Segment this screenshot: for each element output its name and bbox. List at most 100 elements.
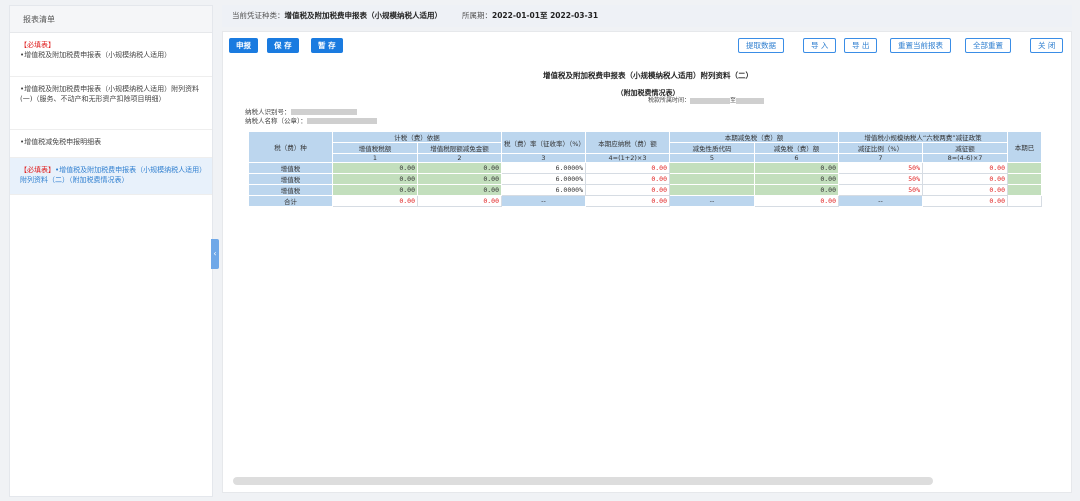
table-row: 增值税 0.00 0.00 6.0000% 0.00 0.00 50% 0.00	[248, 184, 1042, 196]
header-payable: 本期应纳税（费）额	[585, 131, 670, 154]
horizontal-scrollbar[interactable]	[233, 477, 933, 485]
paid-cell[interactable]	[1007, 173, 1042, 185]
col-index: 1	[332, 153, 418, 163]
declare-button[interactable]: 申报	[229, 38, 258, 53]
vat-credit-cell[interactable]: 0.00	[417, 173, 502, 185]
reduction-amount-cell[interactable]: 0.00	[754, 173, 839, 185]
payable-cell: 0.00	[585, 184, 670, 196]
redacted-value	[690, 97, 731, 104]
reduction-value-cell: 0.00	[922, 184, 1008, 196]
header-vat-amount: 增值税税额	[332, 142, 418, 154]
sidebar-item-label: •增值税及附加税费申报表（小规模纳税人适用）	[20, 51, 172, 59]
reduction-value-cell: 0.00	[922, 173, 1008, 185]
required-tag: 【必填表】	[20, 41, 55, 49]
sidebar-item-label: •增值税减免税申报明细表	[20, 138, 102, 146]
required-tag: 【必填表】	[20, 166, 55, 174]
vat-amount-cell[interactable]: 0.00	[332, 184, 418, 196]
rate-cell: 6.0000%	[501, 184, 586, 196]
payable-cell: 0.00	[585, 173, 670, 185]
sidebar-collapse-button[interactable]: ‹	[211, 239, 219, 269]
tax-period-label: 税款所属时间：	[648, 97, 691, 104]
report-title: 增值税及附加税费申报表（小规模纳税人适用）附列资料（二）	[543, 71, 753, 80]
total-reduction-value: 0.00	[922, 195, 1008, 207]
sidebar-item-attachment-2[interactable]: 【必填表】•增值税及附加税费申报表（小规模纳税人适用）附列资料（二）（附加税费情…	[10, 158, 212, 195]
col-index: 6	[754, 153, 839, 163]
col-index: 8=(4-6)×7	[922, 153, 1008, 163]
paid-cell[interactable]	[1007, 162, 1042, 174]
total-paid	[1007, 195, 1042, 207]
vat-amount-cell[interactable]: 0.00	[332, 173, 418, 185]
import-button[interactable]: 导 入	[803, 38, 837, 53]
export-button[interactable]: 导 出	[844, 38, 878, 53]
close-button[interactable]: 关 闭	[1030, 38, 1064, 53]
sidebar-title: 报表清单	[10, 6, 212, 33]
header-tax-type: 税（费）种	[248, 131, 333, 163]
payable-cell: 0.00	[585, 162, 670, 174]
reduction-code-cell[interactable]	[669, 162, 755, 174]
rate-cell: 6.0000%	[501, 173, 586, 185]
header-reduction-group: 本期减免税（费）额	[669, 131, 839, 143]
table-total-row: 合计 0.00 0.00 -- 0.00 -- 0.00 -- 0.00	[248, 195, 1042, 207]
vat-credit-cell[interactable]: 0.00	[417, 162, 502, 174]
total-payable: 0.00	[585, 195, 670, 207]
table-row: 增值税 0.00 0.00 6.0000% 0.00 0.00 50% 0.00	[248, 173, 1042, 185]
total-vat-credit: 0.00	[417, 195, 502, 207]
vat-amount-cell[interactable]: 0.00	[332, 162, 418, 174]
sidebar-item-main-report[interactable]: 【必填表】 •增值税及附加税费申报表（小规模纳税人适用）	[10, 33, 212, 77]
reset-all-button[interactable]: 全部重置	[965, 38, 1011, 53]
reduction-value-cell: 0.00	[922, 162, 1008, 174]
total-reduction-code: --	[669, 195, 755, 207]
report-list-sidebar: 报表清单 【必填表】 •增值税及附加税费申报表（小规模纳税人适用） •增值税及附加…	[9, 5, 213, 497]
period-value: 2022-01-01至 2022-03-31	[492, 11, 599, 20]
header-reduction-ratio: 减征比例（%）	[838, 142, 923, 154]
sidebar-item-label: •增值税及附加税费申报表（小规模纳税人适用）附列资料(一)（服务、不动产和无形资…	[20, 85, 200, 103]
sidebar-item-attachment-1[interactable]: •增值税及附加税费申报表（小规模纳税人适用）附列资料(一)（服务、不动产和无形资…	[10, 77, 212, 130]
sidebar-item-reduction-detail[interactable]: •增值税减免税申报明细表	[10, 130, 212, 158]
reduction-code-cell[interactable]	[669, 173, 755, 185]
redacted-value	[306, 118, 377, 124]
header-reduction-amount: 减免税（费）额	[754, 142, 839, 154]
header-vat-credit: 增值税限额减免金额	[417, 142, 502, 154]
col-index: 7	[838, 153, 923, 163]
rate-cell: 6.0000%	[501, 162, 586, 174]
col-index: 5	[669, 153, 755, 163]
fetch-data-button[interactable]: 提取数据	[738, 38, 784, 53]
total-reduction-amount: 0.00	[754, 195, 839, 207]
voucher-label: 当前凭证种类：	[232, 11, 285, 20]
col-index: 2	[417, 153, 502, 163]
header-basis-group: 计税（费）依据	[332, 131, 502, 143]
reduction-code-cell[interactable]	[669, 184, 755, 196]
reduction-amount-cell[interactable]: 0.00	[754, 184, 839, 196]
row-tax-name: 增值税	[248, 184, 333, 196]
temp-save-button[interactable]: 暂 存	[311, 38, 343, 53]
table-row: 增值税 0.00 0.00 6.0000% 0.00 0.00 50% 0.00	[248, 162, 1042, 174]
header-reduction-code: 减免性质代码	[669, 142, 755, 154]
vat-credit-cell[interactable]: 0.00	[417, 184, 502, 196]
total-vat-amount: 0.00	[332, 195, 418, 207]
col-index: 3	[501, 153, 586, 163]
header-paid: 本期已	[1007, 131, 1042, 163]
header-rate: 税（费）率（征收率）（%）	[501, 131, 586, 154]
total-rate: --	[501, 195, 586, 207]
period-label: 所属期：	[462, 11, 492, 20]
reduction-amount-cell[interactable]: 0.00	[754, 162, 839, 174]
taxpayer-name-label: 纳税人名称（公章）：	[245, 117, 307, 125]
tax-period: 税款所属时间：至	[648, 95, 765, 104]
voucher-info-bar: 当前凭证种类：增值税及附加税费申报表（小规模纳税人适用） 所属期：2022-01-…	[222, 5, 1072, 27]
paid-cell[interactable]	[1007, 184, 1042, 196]
reduction-ratio-cell: 50%	[838, 162, 923, 174]
reduction-ratio-cell: 50%	[838, 184, 923, 196]
main-panel: 申报 保 存 暂 存 提取数据 导 入 导 出 重置当前报表 全部重置 关 闭 …	[222, 31, 1072, 493]
report-document: 增值税及附加税费申报表（小规模纳税人适用）附列资料（二） （附加税费情况表） 税…	[228, 59, 1068, 484]
redacted-value	[736, 97, 765, 104]
header-reduction-value: 减征额	[922, 142, 1008, 154]
save-button[interactable]: 保 存	[267, 38, 299, 53]
taxpayer-name: 纳税人名称（公章）：	[245, 115, 377, 125]
surcharge-table: 税（费）种 计税（费）依据 税（费）率（征收率）（%） 本期应纳税（费）额 本期…	[248, 131, 1042, 207]
header-six-taxes-group: 增值税小规模纳税人“六税两费”减征政策	[838, 131, 1008, 143]
row-tax-name: 增值税	[248, 162, 333, 174]
reset-current-button[interactable]: 重置当前报表	[890, 38, 951, 53]
voucher-value: 增值税及附加税费申报表（小规模纳税人适用）	[284, 11, 443, 20]
total-label: 合计	[248, 195, 333, 207]
row-tax-name: 增值税	[248, 173, 333, 185]
